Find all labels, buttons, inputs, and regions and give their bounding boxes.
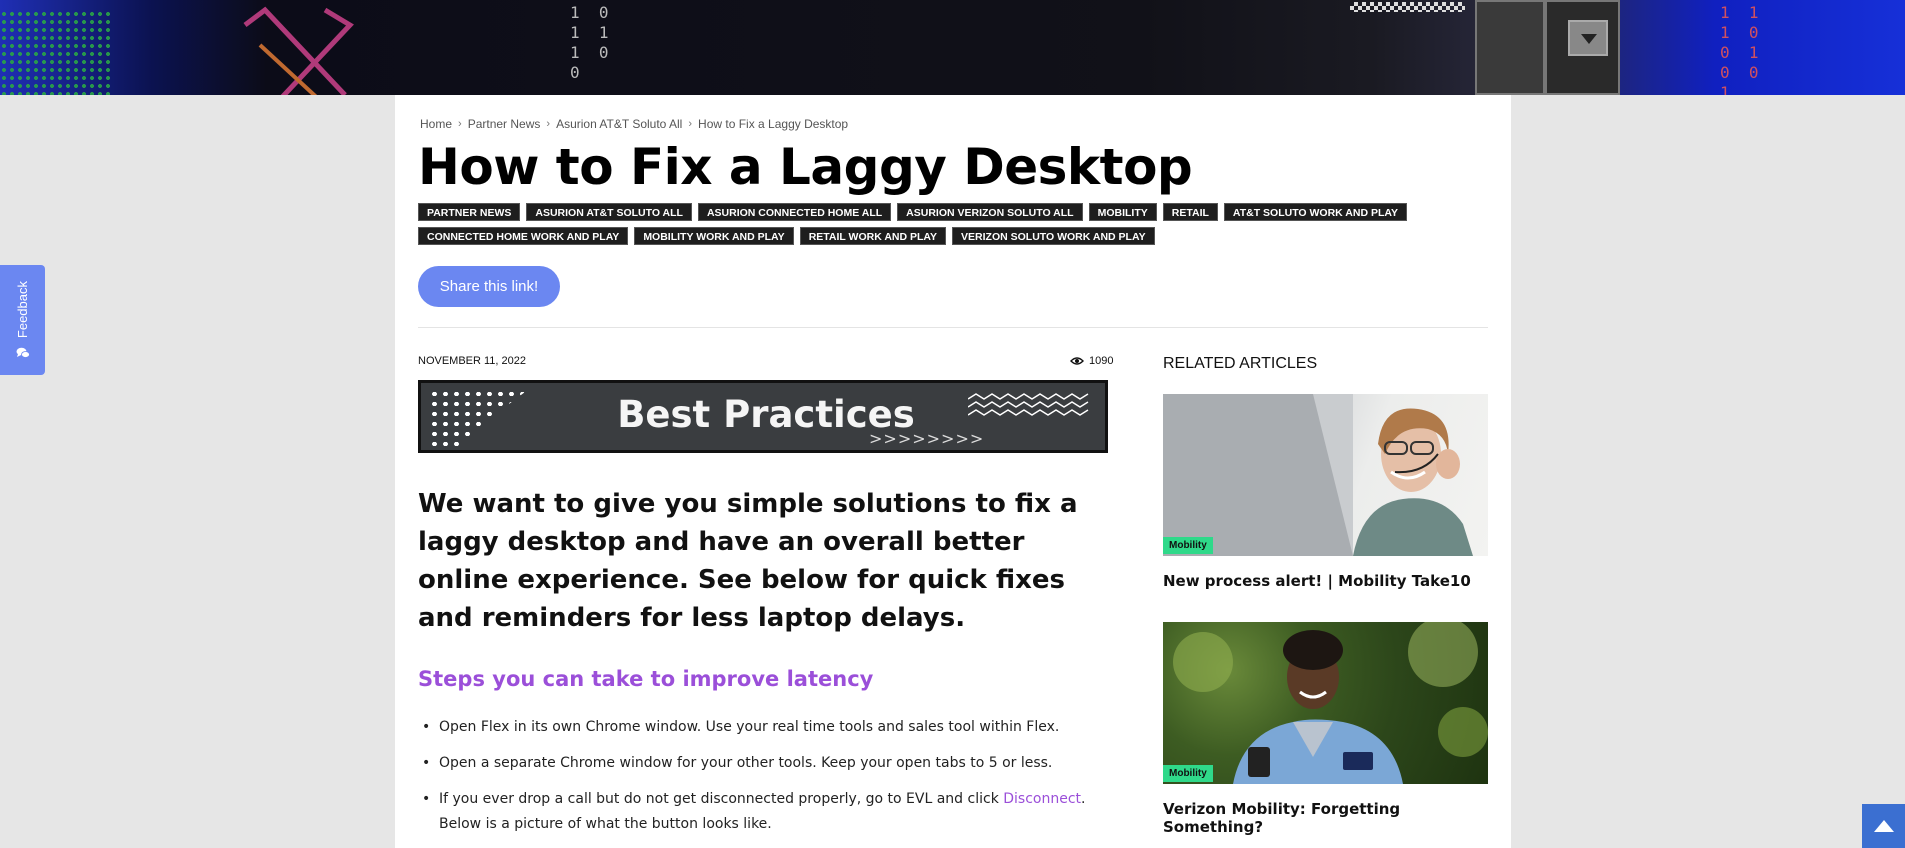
divider [418, 327, 1488, 328]
woman-headset-photo [1163, 394, 1473, 556]
tag[interactable]: ASURION VERIZON SOLUTO ALL [897, 203, 1083, 221]
share-link-button[interactable]: Share this link! [418, 266, 560, 307]
chevron-right-icon: › [458, 118, 462, 130]
breadcrumb-partner-news[interactable]: Partner News [468, 117, 541, 131]
banner-dropdown-icon [1568, 20, 1608, 56]
hero-title: Best Practices [617, 393, 915, 436]
banner-binary-left: 1 0 1 1 1 0 0 [570, 3, 609, 82]
breadcrumb: Home › Partner News › Asurion AT&T Solut… [420, 117, 848, 131]
chat-bubbles-icon [16, 347, 30, 358]
category-badge: Mobility [1163, 537, 1213, 554]
breadcrumb-category[interactable]: Asurion AT&T Soluto All [556, 117, 682, 131]
tag[interactable]: ASURION CONNECTED HOME ALL [697, 203, 892, 221]
banner-x-graphic [243, 6, 354, 95]
banner-panel [1475, 0, 1545, 95]
breadcrumb-home[interactable]: Home [420, 117, 452, 131]
article-lead: We want to give you simple solutions to … [418, 489, 1078, 633]
tag-list: PARTNER NEWS ASURION AT&T SOLUTO ALL ASU… [418, 203, 1478, 245]
page-title: How to Fix a Laggy Desktop [418, 138, 1193, 196]
feedback-tab[interactable]: Feedback [0, 265, 45, 375]
banner-checker [1350, 2, 1465, 12]
tag[interactable]: VERIZON SOLUTO WORK AND PLAY [952, 227, 1155, 245]
tag[interactable]: MOBILITY [1088, 203, 1157, 221]
related-article-title[interactable]: New process alert! | Mobility Take10 [1163, 572, 1488, 590]
chevron-right-icon: › [688, 118, 693, 130]
tag[interactable]: PARTNER NEWS [418, 203, 521, 221]
scroll-to-top-button[interactable] [1862, 804, 1905, 848]
eye-icon [1070, 357, 1084, 365]
view-count: 1090 [1070, 355, 1113, 367]
article-date: NOVEMBER 11, 2022 [418, 355, 527, 367]
feedback-label: Feedback [15, 281, 30, 339]
hero-panel: Best Practices >>>>>>>> [418, 380, 1108, 453]
breadcrumb-current: How to Fix a Laggy Desktop [698, 117, 849, 131]
banner-pixel-grid [0, 10, 110, 95]
chevron-right-icon: › [546, 118, 551, 130]
tag[interactable]: AT&T SOLUTO WORK AND PLAY [1223, 203, 1407, 221]
disconnect-link[interactable]: Disconnect [1003, 791, 1081, 807]
step-text: If you ever drop a call but do not get d… [439, 791, 1004, 807]
list-item: Open Flex in its own Chrome window. Use … [418, 715, 1118, 740]
tag[interactable]: RETAIL WORK AND PLAY [799, 227, 947, 245]
banner-binary-right: 1 1 1 0 0 1 0 0 1 [1720, 3, 1759, 95]
related-article-card[interactable]: Mobility Verizon Mobility: Forgetting So… [1163, 622, 1488, 836]
tag[interactable]: RETAIL [1162, 203, 1218, 221]
view-count-value: 1090 [1089, 355, 1114, 367]
article-container: Home › Partner News › Asurion AT&T Solut… [395, 95, 1511, 848]
hero-banner-image: Best Practices >>>>>>>> [418, 380, 1116, 460]
woman-smiling-photo [1173, 622, 1488, 784]
list-item: Open a separate Chrome window for your o… [418, 751, 1118, 776]
tag[interactable]: ASURION AT&T SOLUTO ALL [526, 203, 692, 221]
hero-arrows: >>>>>>>> [869, 429, 985, 448]
tag[interactable]: CONNECTED HOME WORK AND PLAY [418, 227, 629, 245]
article-thumbnail[interactable]: Mobility [1163, 622, 1488, 784]
category-badge: Mobility [1163, 765, 1213, 782]
article-thumbnail[interactable]: Mobility [1163, 394, 1488, 556]
list-item: If you ever drop a call but do not get d… [418, 787, 1118, 837]
header-banner: 1 0 1 1 1 0 0 1 1 1 0 0 1 0 0 1 [0, 0, 1905, 95]
related-article-title[interactable]: Verizon Mobility: Forgetting Something? [1163, 800, 1488, 836]
related-articles-heading: RELATED ARTICLES [1163, 355, 1318, 372]
related-article-card[interactable]: Mobility New process alert! | Mobility T… [1163, 394, 1488, 590]
steps-list: Open Flex in its own Chrome window. Use … [418, 715, 1118, 848]
section-heading: Steps you can take to improve latency [418, 667, 874, 691]
tag[interactable]: MOBILITY WORK AND PLAY [634, 227, 794, 245]
